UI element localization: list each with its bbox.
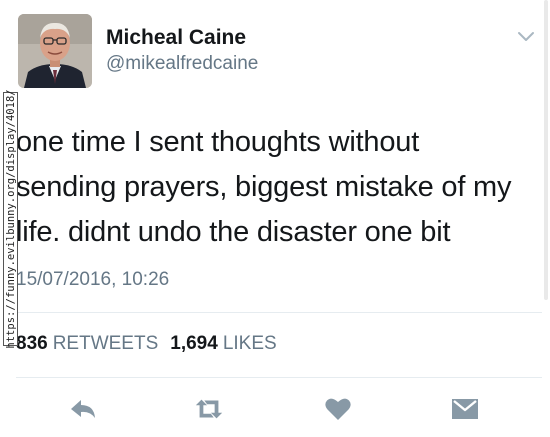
reply-button[interactable] — [67, 395, 99, 423]
direct-message-button[interactable] — [449, 395, 481, 423]
retweet-button[interactable] — [193, 395, 225, 423]
chevron-down-icon[interactable] — [516, 30, 536, 44]
likes-stat[interactable]: 1,694 LIKES — [170, 333, 276, 354]
divider — [16, 312, 542, 313]
watermark-text: https://funny.evilbunny.org/display/4018… — [4, 89, 17, 349]
watermark: https://funny.evilbunny.org/display/4018… — [3, 89, 18, 349]
tweet-text-line: one time I sent thoughts without — [16, 126, 420, 158]
author-name[interactable]: Micheal Caine — [106, 26, 246, 50]
likes-count: 1,694 — [170, 333, 218, 354]
tweet-text-line: sending prayers, biggest mistake of my — [16, 171, 512, 203]
author-handle[interactable]: @mikealfredcaine — [106, 53, 258, 75]
scrollbar[interactable] — [544, 0, 548, 300]
avatar-photo — [18, 14, 92, 88]
tweet-text-line: life. didnt undo the disaster one bit — [16, 216, 451, 248]
retweets-count: 836 — [16, 333, 48, 354]
tweet-timestamp[interactable]: 15/07/2016, 10:26 — [16, 269, 169, 291]
retweets-stat[interactable]: 836 RETWEETS — [16, 333, 158, 354]
tweet-text: one time I sent thoughts without sending… — [16, 120, 536, 255]
likes-label: LIKES — [222, 333, 277, 354]
avatar[interactable] — [18, 14, 92, 88]
tweet-stats: 836 RETWEETS 1,694 LIKES — [16, 333, 277, 355]
direct-message-icon — [452, 399, 478, 419]
reply-icon — [71, 400, 95, 418]
divider — [16, 377, 542, 378]
heart-icon — [325, 398, 351, 420]
like-button[interactable] — [322, 395, 354, 423]
retweet-icon — [195, 399, 223, 419]
retweets-label: RETWEETS — [52, 333, 159, 354]
